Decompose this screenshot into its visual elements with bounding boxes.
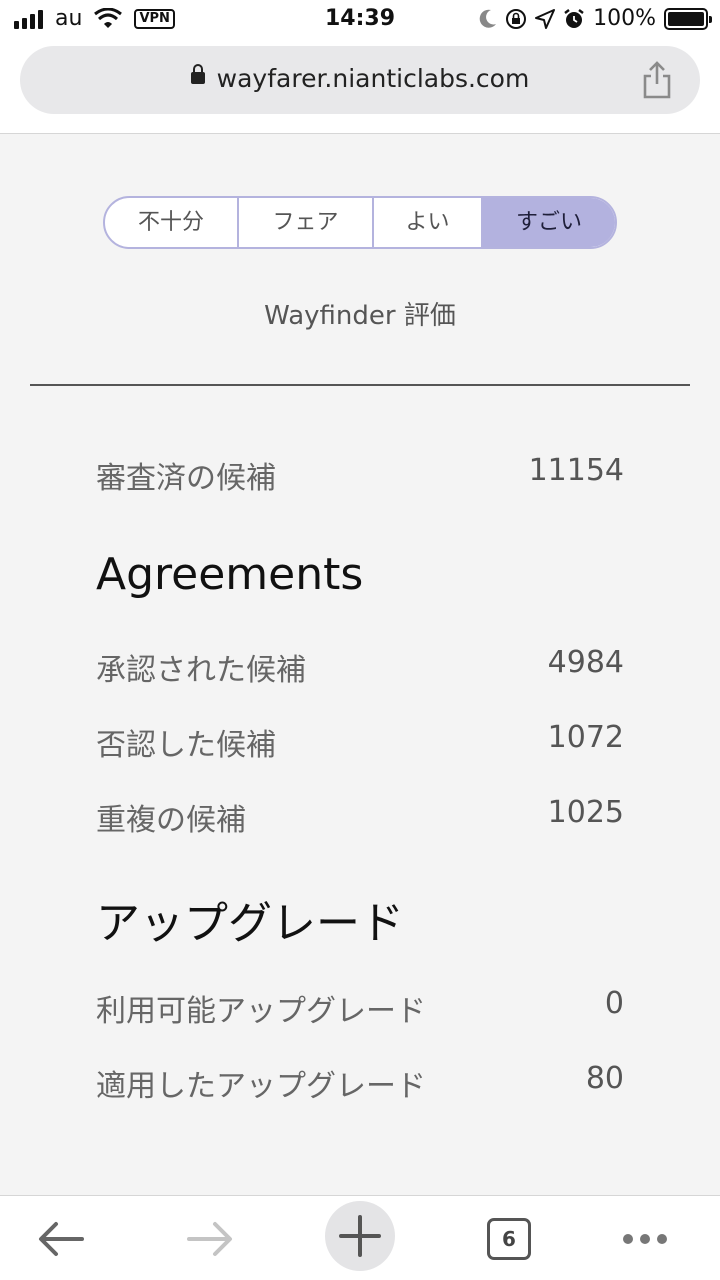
back-button[interactable] <box>26 1206 96 1272</box>
stat-row: 否認した候補 1072 <box>96 720 624 764</box>
browser-address-area: wayfarer.nianticlabs.com <box>0 40 720 134</box>
battery-percent: 100% <box>593 6 656 31</box>
plus-icon <box>339 1215 381 1257</box>
stat-value: 4984 <box>547 645 624 680</box>
stat-row: 重複の候補 1025 <box>96 795 624 839</box>
stat-label: 否認した候補 <box>96 728 276 763</box>
status-bar: au VPN 14:39 100% <box>0 0 720 40</box>
rating-option-fair[interactable]: フェア <box>239 198 374 247</box>
rating-segmented-control: 不十分 フェア よい すごい <box>103 196 617 249</box>
reviewed-row: 審査済の候補 11154 <box>96 453 624 497</box>
stat-value: 0 <box>604 986 624 1021</box>
tabs-icon: 6 <box>487 1218 531 1260</box>
rating-option-great[interactable]: すごい <box>483 198 615 247</box>
stat-value: 11154 <box>528 453 624 488</box>
lock-icon <box>190 64 205 84</box>
forward-button[interactable] <box>175 1206 245 1272</box>
stat-label: 承認された候補 <box>96 653 306 688</box>
stat-label: 重複の候補 <box>96 803 246 838</box>
rating-option-good[interactable]: よい <box>374 198 483 247</box>
rotation-lock-icon <box>506 8 527 29</box>
stat-value: 1025 <box>547 795 624 830</box>
more-dots-icon <box>623 1234 667 1244</box>
moon-icon <box>479 9 497 28</box>
location-icon <box>535 8 556 29</box>
divider <box>30 384 690 386</box>
stat-row: 利用可能アップグレード 0 <box>96 986 624 1030</box>
upgrades-title: アップグレード <box>96 898 404 949</box>
battery-icon <box>664 7 712 30</box>
stat-row: 適用したアップグレード 80 <box>96 1061 624 1105</box>
arrow-left-icon <box>39 1222 84 1256</box>
tabs-button[interactable]: 6 <box>474 1206 544 1272</box>
stat-value: 80 <box>585 1061 624 1096</box>
stat-label: 利用可能アップグレード <box>96 994 426 1029</box>
rating-option-insufficient[interactable]: 不十分 <box>105 198 239 247</box>
arrow-right-icon <box>187 1222 232 1256</box>
agreements-title: Agreements <box>96 549 364 600</box>
share-icon[interactable] <box>640 60 674 100</box>
stat-label: 適用したアップグレード <box>96 1069 426 1104</box>
browser-toolbar: 6 <box>0 1195 720 1280</box>
stat-value: 1072 <box>547 720 624 755</box>
stat-label: 審査済の候補 <box>96 461 276 496</box>
stat-row: 承認された候補 4984 <box>96 645 624 689</box>
url-text: wayfarer.nianticlabs.com <box>216 64 530 93</box>
page-content: 不十分 フェア よい すごい Wayfinder 評価 審査済の候補 11154… <box>0 135 720 1195</box>
alarm-icon <box>564 8 584 28</box>
more-button[interactable] <box>610 1206 680 1272</box>
new-tab-button[interactable] <box>325 1201 395 1271</box>
rating-label: Wayfinder 評価 <box>264 301 456 331</box>
address-bar[interactable]: wayfarer.nianticlabs.com <box>20 46 700 114</box>
